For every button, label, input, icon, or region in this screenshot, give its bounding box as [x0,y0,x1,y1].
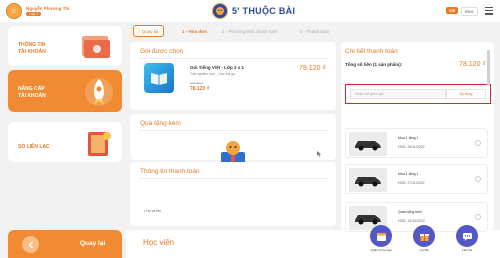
fab-label: Liên hệ [462,248,472,252]
rocket-icon [85,78,113,106]
chat-icon [456,225,478,247]
user-info: Nguyễn Phương Thi Lớp 1 [26,6,69,17]
sidebar-item-label: NÂNG CẤP TÀI KHOẢN [18,86,46,99]
mascot-gift-icon [221,141,245,163]
back-button-label: Quay lại [141,28,159,34]
sidebar-item-label: THÔNG TIN TÀI KHOẢN [18,42,46,55]
car-icon [355,215,381,225]
section-title: Thông tin thanh toán [140,168,200,175]
voucher-car-image [349,132,387,156]
top-header: ☺ Nguyễn Phương Thi Lớp 1 5' THUỘC BÀI V… [0,0,500,22]
avatar[interactable]: ☺ [6,3,22,19]
back-label: Quay lại [80,240,106,247]
package-price: 78.120 ₫ [299,65,326,72]
section-title: Quà tặng kèm [140,120,181,127]
folder-icon [82,36,110,58]
offers-button[interactable]: Ưu đãi [409,225,439,252]
voucher-radio[interactable] [475,140,481,146]
lang-eng-button[interactable]: ENG [461,7,478,16]
package-name: Gói Tiếng Việt - Lớp 2 x 1 [190,65,245,70]
package-thumbnail [144,63,174,93]
step-payment: 3 - Thanh toán [300,29,330,34]
sidebar-item-account-info[interactable]: THÔNG TIN TÀI KHOẢN [8,26,122,66]
voucher-expiry: HSD: 27/11/2022 [398,181,425,185]
voucher-list: Mua 1 tặng 1 HSD: 29/11/2022 Mua 1 tặng … [341,42,494,232]
voucher-car-image [349,168,387,192]
student-panel [126,230,500,258]
sidebar-item-contact-book[interactable]: SỔ LIÊN LẠC [8,122,122,162]
package-old-price: 160.000 ₫ [190,81,204,85]
voucher-name: Mua 1 tặng 1 [398,136,419,140]
study-management-button[interactable]: Quản lý học tập [366,225,396,252]
fab-label: Ưu đãi [419,248,429,252]
user-profile[interactable]: ☺ Nguyễn Phương Thi Lớp 1 [6,3,69,19]
section-title: Gói được chọn [140,48,184,55]
divider [138,130,328,131]
section-title: Học viên [143,238,175,247]
sidebar-back-button[interactable]: Quay lại [8,230,122,258]
brand-name: 5' THUỘC BÀI [232,6,296,16]
divider [138,178,328,179]
payment-info-panel: Thông tin thanh toán • Họ và tên [130,162,336,226]
payment-info-item: • Họ và tên [144,209,162,213]
voucher-radio[interactable] [475,214,481,220]
voucher-name: Quản tặng kèm [398,210,422,214]
cursor-icon [317,151,322,157]
car-icon [355,177,381,187]
gift-panel: Quà tặng kèm Không có quà tặng kèm [130,114,336,174]
class-badge: Lớp 1 [26,11,42,16]
fab-label: Quản lý học tập [370,248,392,252]
selected-package-panel: Gói được chọn Gói Tiếng Việt - Lớp 2 x 1… [130,42,336,110]
user-name: Nguyễn Phương Thi [26,5,70,11]
gift-icon [413,225,435,247]
voucher-name: Mua 1 tặng 1 [398,172,419,176]
voucher-item[interactable]: Mua 1 tặng 1 HSD: 29/11/2022 [345,128,488,158]
sidebar-item-label: SỔ LIÊN LẠC [18,144,50,150]
contact-button[interactable]: Liên hệ [452,225,482,252]
logo-mascot-icon [212,3,228,19]
package-discount-price: 78.120 ₫ [190,86,210,92]
book-icon [151,73,167,85]
chevron-left-icon [22,236,39,253]
voucher-expiry: HSD: 29/11/2022 [398,145,425,149]
calendar-icon [370,225,392,247]
package-description: Trải nghiệm nhẹ - Học thả ga [190,72,236,76]
divider [138,58,328,59]
notebook-icon [88,132,111,156]
sidebar-item-upgrade[interactable]: NÂNG CẤP TÀI KHOẢN [8,70,122,112]
lang-vie-button[interactable]: VIE [446,7,459,14]
menu-icon[interactable] [484,5,494,15]
step-payment-method: 2 - Phương thức thanh toán [222,29,278,34]
brand-logo[interactable]: 5' THUỘC BÀI [212,3,295,19]
voucher-expiry: HSD: 19/10/2022 [398,219,425,223]
voucher-radio[interactable] [475,176,481,182]
back-button[interactable]: ‹ Quay lại [133,25,165,37]
car-icon [355,141,381,151]
voucher-item[interactable]: Mua 1 tặng 1 HSD: 27/11/2022 [345,164,488,194]
step-invoice: 1 - Hóa đơn [182,29,207,34]
